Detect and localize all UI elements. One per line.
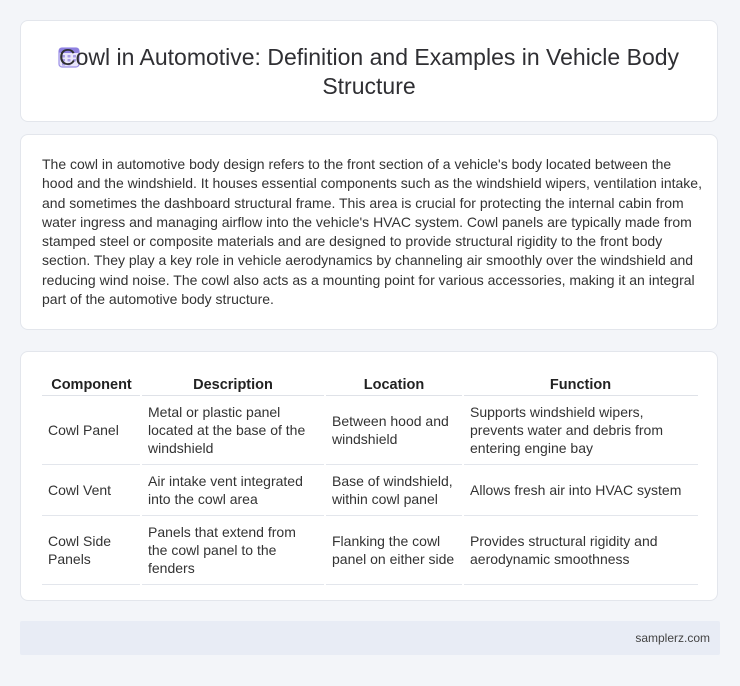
intro-paragraph: The cowl in automotive body design refer… (42, 156, 702, 308)
title-card: Cowl in Automotive: Definition and Examp… (20, 20, 718, 122)
cell-function: Supports windshield wipers, prevents wat… (462, 395, 698, 465)
cell-location: Between hood and windshield (324, 395, 463, 465)
table-row: Cowl Panel Metal or plastic panel locate… (42, 395, 698, 465)
cell-description: Panels that extend from the cowl panel t… (140, 515, 325, 585)
cell-description: Metal or plastic panel located at the ba… (140, 395, 325, 465)
table-row: Cowl Vent Air intake vent integrated int… (42, 464, 698, 516)
header-location: Location (325, 374, 463, 396)
components-table: Component Description Location Function … (42, 374, 698, 585)
cell-location: Base of windshield, within cowl panel (324, 464, 463, 516)
header-component: Component (42, 374, 141, 396)
table-row: Cowl Side Panels Panels that extend from… (42, 515, 698, 585)
header-function: Function (463, 374, 698, 396)
cell-component: Cowl Vent (42, 464, 141, 516)
table-header-row: Component Description Location Function (42, 374, 698, 396)
header-description: Description (141, 374, 325, 396)
cell-component: Cowl Side Panels (42, 515, 141, 585)
cell-function: Provides structural rigidity and aerodyn… (462, 515, 698, 585)
cell-function: Allows fresh air into HVAC system (462, 464, 698, 516)
cell-description: Air intake vent integrated into the cowl… (140, 464, 325, 516)
footer-site-link[interactable]: samplerz.com (635, 631, 710, 645)
cell-location: Flanking the cowl panel on either side (324, 515, 463, 585)
intro-card: The cowl in automotive body design refer… (20, 134, 718, 330)
footer-bar: samplerz.com (20, 621, 720, 655)
table-card: Component Description Location Function … (20, 351, 718, 601)
cell-component: Cowl Panel (42, 395, 141, 465)
page-title: Cowl in Automotive: Definition and Examp… (58, 44, 680, 99)
